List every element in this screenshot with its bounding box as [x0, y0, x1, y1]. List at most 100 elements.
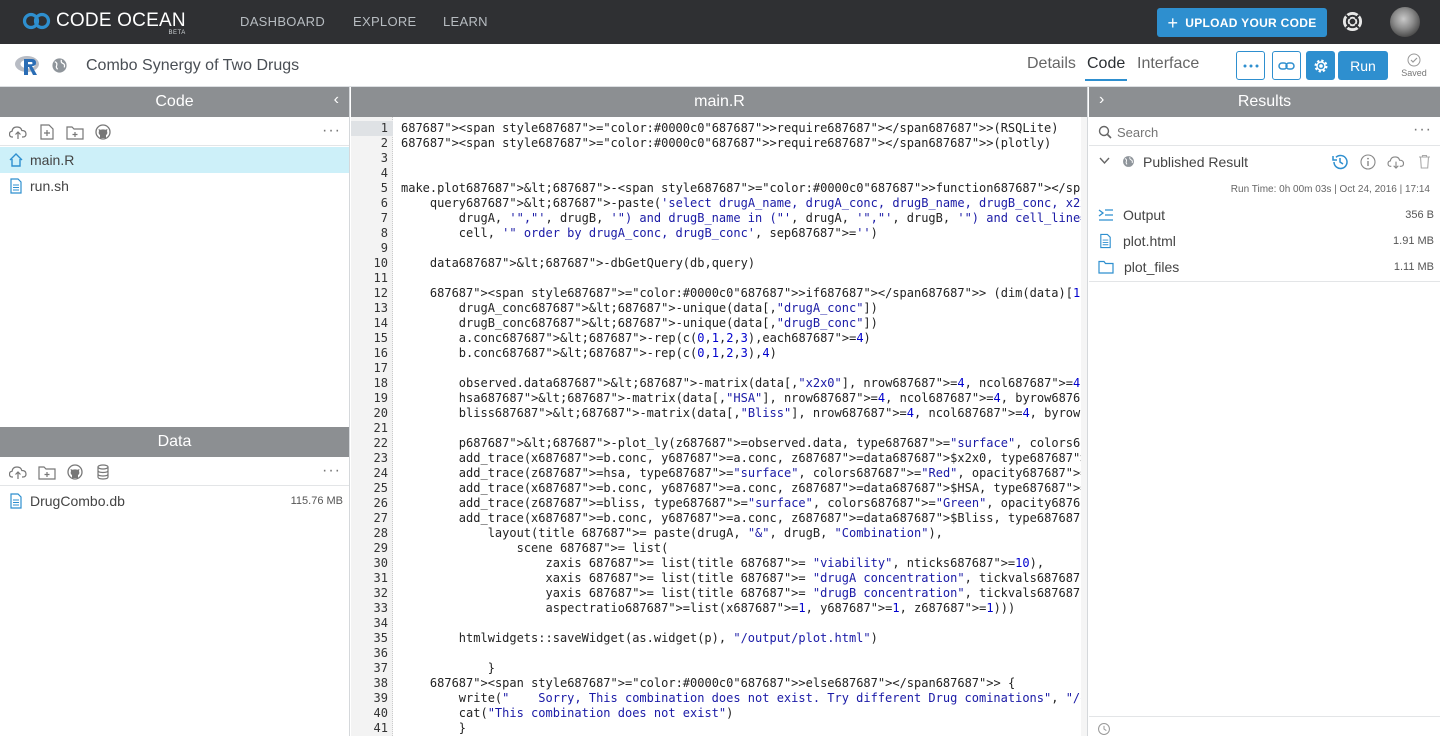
search-input[interactable] [1117, 122, 1397, 142]
code-content[interactable]: 687687"><span style687687">="color:#0000… [401, 117, 1087, 736]
result-output[interactable]: Output 356 B [1089, 202, 1440, 228]
code-line[interactable]: } [401, 721, 466, 736]
code-line[interactable]: 687687"><span style687687">="color:#0000… [401, 136, 1051, 151]
file-item-run-sh[interactable]: run.sh [0, 173, 349, 199]
github-icon[interactable] [66, 464, 84, 480]
upload-cloud-icon[interactable] [9, 464, 27, 480]
tab-details[interactable]: Details [1027, 55, 1076, 73]
code-line[interactable]: cat("This combination does not exist") [401, 706, 734, 721]
code-line[interactable]: make.plot687687">&lt;687687">-<span styl… [401, 181, 1087, 196]
code-line[interactable]: observed.data687687">&lt;687687">-matrix… [401, 376, 1087, 391]
code-line[interactable]: htmlwidgets::saveWidget(as.widget(p), "/… [401, 631, 878, 646]
data-panel-title: Data [157, 433, 192, 450]
code-line[interactable]: yaxis 687687">= list(title 687687">= "dr… [401, 586, 1087, 601]
code-line[interactable]: write(" Sorry, This combination does not… [401, 691, 1087, 706]
nav-dashboard[interactable]: DASHBOARD [240, 14, 325, 29]
more-icon[interactable]: ··· [322, 462, 341, 480]
history-icon[interactable] [1331, 153, 1349, 171]
line-number: 26 [373, 496, 388, 510]
nav-explore[interactable]: EXPLORE [353, 14, 417, 29]
code-editor[interactable]: main.R 1 2 3 4 5 6 7 8 9 10 11 12 13 14 15 16 17 18 19 20 21… [351, 87, 1088, 736]
result-plot-html[interactable]: plot.html 1.91 MB [1089, 228, 1440, 254]
link-icon [1277, 61, 1295, 70]
line-number: 2 [380, 136, 388, 150]
file-item-main-r[interactable]: main.R [0, 147, 349, 173]
more-icon[interactable]: ··· [322, 122, 341, 140]
database-icon[interactable] [94, 464, 112, 480]
new-folder-icon[interactable] [66, 124, 84, 140]
line-number: 11 [373, 271, 388, 285]
beta-badge: BETA [168, 30, 186, 36]
code-line[interactable]: drugA, '","', drugB, '") and drugB_name … [401, 211, 1087, 226]
code-line[interactable]: 687687"><span style687687">="color:#0000… [401, 286, 1087, 301]
code-line[interactable]: 687687"><span style687687">="color:#0000… [401, 121, 1059, 136]
published-result-row[interactable]: Published Result [1089, 146, 1440, 178]
more-icon[interactable]: ··· [1413, 121, 1432, 139]
code-ocean-logo[interactable]: CODE OCEAN BETA [22, 10, 186, 36]
file-icon [10, 493, 22, 509]
lifebuoy-help-icon[interactable] [1342, 11, 1363, 32]
new-file-icon[interactable] [38, 124, 56, 140]
download-cloud-icon[interactable] [1387, 155, 1405, 170]
code-line[interactable]: aspectratio687687">=list(x687687">=1, y6… [401, 601, 1015, 616]
code-line[interactable]: drugA_conc687687">&lt;687687">-unique(da… [401, 301, 878, 316]
code-line[interactable]: add_trace(x687687">=b.conc, y687687">=a.… [401, 511, 1087, 526]
tab-interface[interactable]: Interface [1137, 55, 1199, 73]
collapse-right-icon[interactable]: › [1099, 91, 1104, 109]
history-icon[interactable] [1096, 722, 1112, 736]
line-number-gutter: 1 2 3 4 5 6 7 8 9 10 11 12 13 14 15 16 17 18 19 20 21 22 23 24 2… [351, 117, 393, 736]
code-line[interactable]: 687687"><span style687687">="color:#0000… [401, 676, 1015, 691]
more-options-button[interactable] [1236, 51, 1265, 80]
upload-cloud-icon[interactable] [9, 124, 27, 140]
tab-code[interactable]: Code [1084, 55, 1128, 81]
line-number: 37 [373, 661, 388, 675]
line-number: 22 [373, 436, 388, 450]
run-meta: Run Time: 0h 00m 03s | Oct 24, 2016 | 17… [1230, 184, 1430, 195]
capsule-title[interactable]: Combo Synergy of Two Drugs [86, 57, 299, 75]
code-line[interactable]: p687687">&lt;687687">-plot_ly(z687687">=… [401, 436, 1087, 451]
settings-button[interactable] [1306, 51, 1335, 80]
editor-scrollbar[interactable] [1081, 117, 1087, 736]
code-line[interactable]: xaxis 687687">= list(title 687687">= "dr… [401, 571, 1087, 586]
code-line[interactable]: query687687">&lt;687687">-paste('select … [401, 196, 1087, 211]
code-line[interactable]: a.conc687687">&lt;687687">-rep(c(0,1,2,3… [401, 331, 871, 346]
top-nav-bar: CODE OCEAN BETA DASHBOARD EXPLORE LEARN … [0, 0, 1440, 44]
line-number: 30 [373, 556, 388, 570]
line-number: 8 [380, 226, 388, 240]
info-icon[interactable] [1360, 154, 1376, 170]
globe-icon[interactable] [51, 57, 68, 74]
folder-icon [1098, 260, 1114, 274]
github-icon[interactable] [94, 124, 112, 140]
line-number: 19 [373, 391, 388, 405]
code-panel-title: Code [155, 93, 194, 110]
run-button[interactable]: Run [1338, 51, 1388, 80]
r-language-icon [15, 56, 39, 75]
code-line[interactable]: add_trace(x687687">=b.conc, y687687">=a.… [401, 481, 1087, 496]
code-line[interactable]: hsa687687">&lt;687687">-matrix(data[,"HS… [401, 391, 1087, 406]
collapse-left-icon[interactable]: ‹ [334, 91, 339, 109]
code-line[interactable]: data687687">&lt;687687">-dbGetQuery(db,q… [401, 256, 755, 271]
user-avatar[interactable] [1390, 7, 1420, 37]
code-line[interactable]: add_trace(z687687">=bliss, type687687">=… [401, 496, 1087, 511]
result-plot-files[interactable]: plot_files 1.11 MB [1089, 254, 1440, 280]
code-line[interactable]: zaxis 687687">= list(title 687687">= "vi… [401, 556, 1044, 571]
results-search: ··· [1089, 117, 1440, 146]
trash-icon[interactable] [1418, 154, 1431, 169]
line-number: 12 [373, 286, 388, 300]
code-line[interactable]: } [401, 661, 495, 676]
code-line[interactable]: add_trace(z687687">=hsa, type687687">="s… [401, 466, 1087, 481]
code-line[interactable]: layout(title 687687">= paste(drugA, "&",… [401, 526, 943, 541]
code-line[interactable]: add_trace(x687687">=b.conc, y687687">=a.… [401, 451, 1087, 466]
data-file-drugcombo-db[interactable]: DrugCombo.db 115.76 MB [0, 488, 349, 514]
upload-code-button[interactable]: + UPLOAD YOUR CODE [1157, 8, 1327, 37]
saved-status: Saved [1399, 53, 1429, 78]
share-link-button[interactable] [1272, 51, 1301, 80]
nav-learn[interactable]: LEARN [443, 14, 488, 29]
new-folder-icon[interactable] [38, 464, 56, 480]
chevron-down-icon[interactable] [1099, 157, 1110, 165]
code-line[interactable]: bliss687687">&lt;687687">-matrix(data[,"… [401, 406, 1087, 421]
code-line[interactable]: drugB_conc687687">&lt;687687">-unique(da… [401, 316, 878, 331]
code-line[interactable]: scene 687687">= list( [401, 541, 669, 556]
code-line[interactable]: cell, '" order by drugA_conc, drugB_conc… [401, 226, 878, 241]
code-line[interactable]: b.conc687687">&lt;687687">-rep(c(0,1,2,3… [401, 346, 777, 361]
